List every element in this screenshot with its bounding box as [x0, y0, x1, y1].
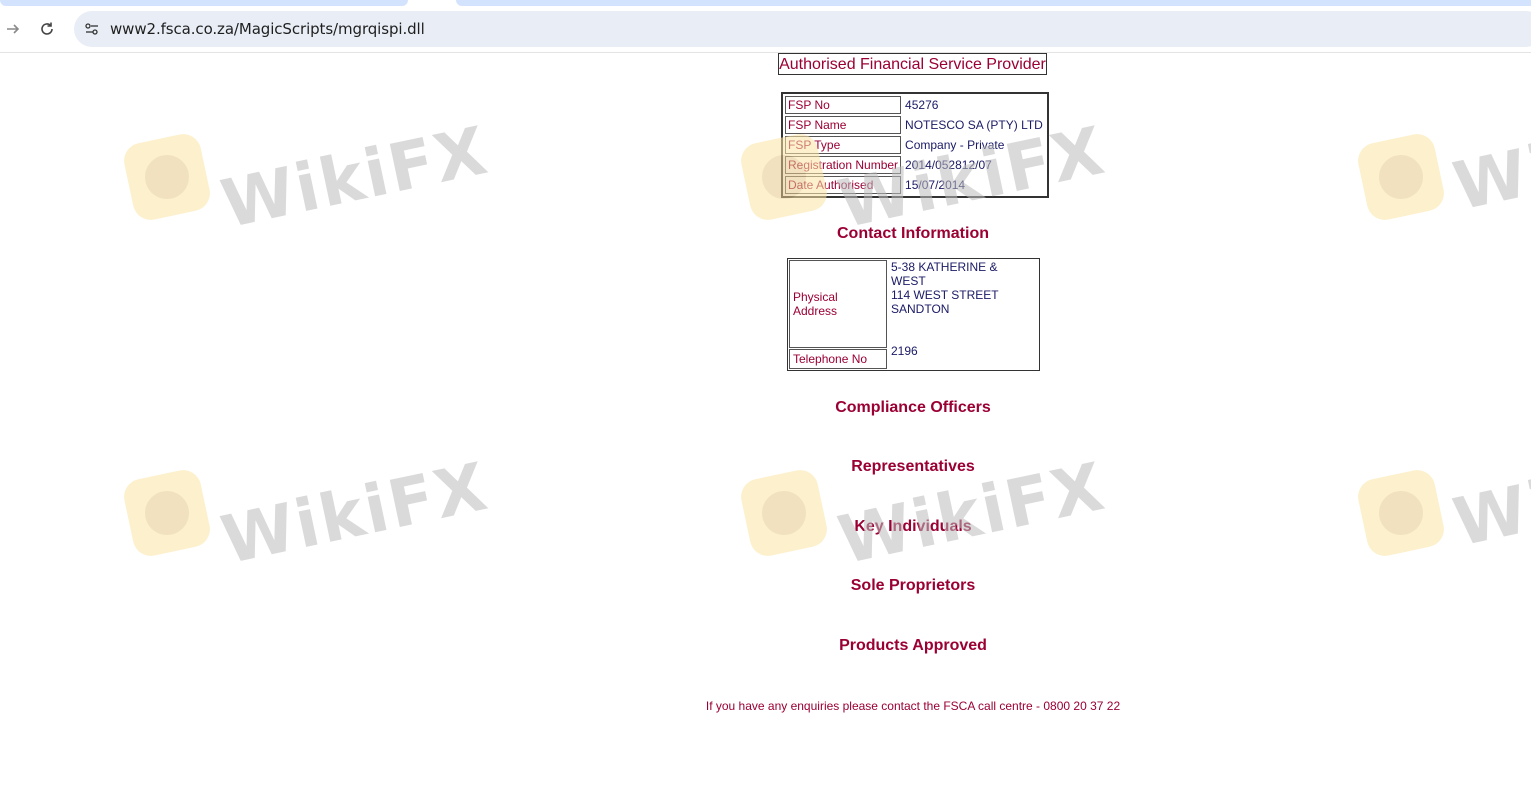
date-authorised-label: Date Authorised — [785, 176, 902, 194]
address-line: SANDTON — [891, 302, 950, 316]
url-text[interactable]: www2.fsca.co.za/MagicScripts/mgrqispi.dl… — [110, 20, 425, 38]
page-title: Authorised Financial Service Provider — [778, 53, 1047, 75]
fsp-details-table: FSP No 45276 FSP Name NOTESCO SA (PTY) L… — [781, 92, 1050, 198]
sole-proprietors-heading: Sole Proprietors — [850, 577, 976, 594]
fsp-name-label: FSP Name — [785, 116, 902, 134]
forward-arrow-icon[interactable] — [2, 18, 24, 40]
fsp-no-label: FSP No — [785, 96, 902, 114]
site-settings-icon[interactable] — [82, 19, 102, 39]
reload-icon[interactable] — [36, 18, 58, 40]
browser-toolbar: www2.fsca.co.za/MagicScripts/mgrqispi.dl… — [0, 6, 1531, 53]
table-row: Physical Address 5-38 KATHERINE & WEST 1… — [789, 260, 1038, 358]
contact-information-heading: Contact Information — [837, 225, 989, 242]
registration-number-label: Registration Number — [785, 156, 902, 174]
fsp-no-value: 45276 — [905, 98, 939, 112]
address-bar[interactable]: www2.fsca.co.za/MagicScripts/mgrqispi.dl… — [74, 11, 1531, 47]
physical-address-label: Physical Address — [789, 260, 887, 348]
telephone-label: Telephone No — [789, 349, 887, 369]
fsp-type-value: Company - Private — [905, 138, 1005, 152]
address-line: 114 WEST STREET — [891, 288, 999, 302]
table-row: FSP Name NOTESCO SA (PTY) LTD — [785, 116, 1045, 134]
table-row: FSP No 45276 — [785, 96, 1045, 114]
address-line: 5-38 KATHERINE & WEST — [891, 260, 998, 288]
representatives-heading: Representatives — [851, 458, 975, 475]
registration-number-value: 2014/052812/07 — [905, 158, 992, 172]
contact-table: Physical Address 5-38 KATHERINE & WEST 1… — [787, 258, 1040, 371]
products-approved-heading: Products Approved — [839, 637, 987, 654]
page-content: Authorised Financial Service Provider FS… — [0, 53, 1531, 789]
address-spacer — [891, 316, 1035, 344]
table-row: Registration Number 2014/052812/07 — [785, 156, 1045, 174]
date-authorised-value: 15/07/2014 — [905, 178, 966, 192]
fsp-type-label: FSP Type — [785, 136, 902, 154]
table-row: Date Authorised 15/07/2014 — [785, 176, 1045, 194]
footer-enquiries: If you have any enquiries please contact… — [705, 699, 1121, 713]
postal-code: 2196 — [891, 344, 918, 358]
key-individuals-heading: Key Individuals — [854, 518, 972, 535]
physical-address-value: 5-38 KATHERINE & WEST 114 WEST STREET SA… — [888, 260, 1038, 369]
fsp-name-value: NOTESCO SA (PTY) LTD — [905, 118, 1043, 132]
table-row: FSP Type Company - Private — [785, 136, 1045, 154]
compliance-officers-heading: Compliance Officers — [835, 399, 991, 416]
